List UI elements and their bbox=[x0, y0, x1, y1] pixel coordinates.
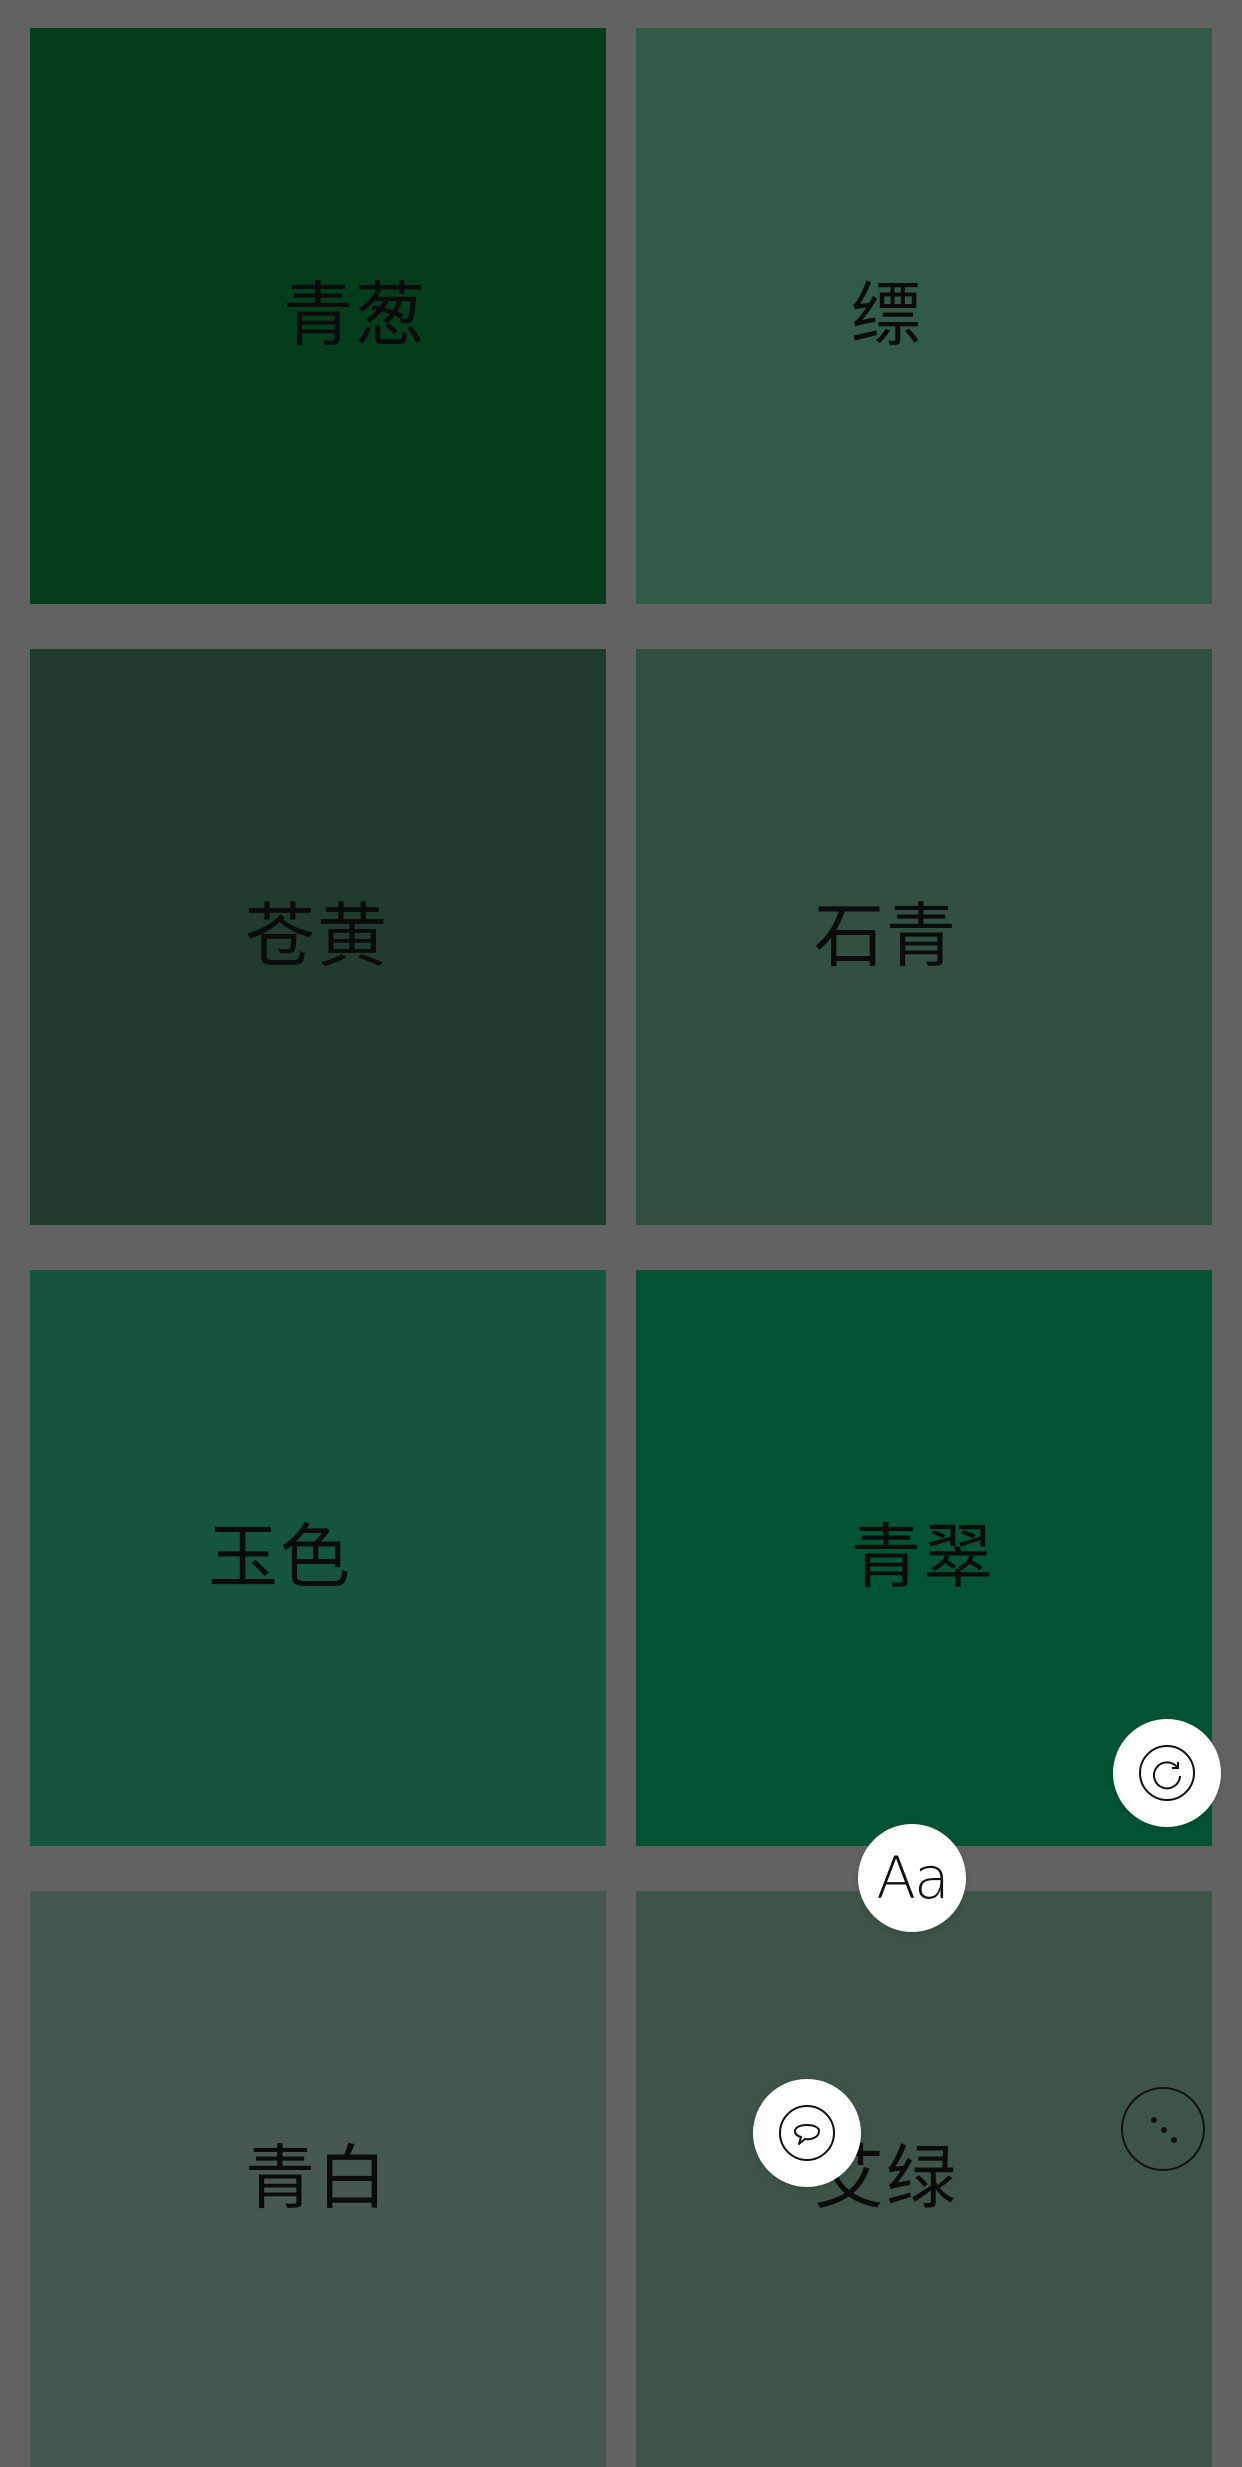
more-button[interactable] bbox=[1121, 2087, 1205, 2171]
tile-label: 玉色 bbox=[208, 1516, 352, 1598]
color-tile-yuse[interactable]: 玉色 bbox=[30, 1270, 606, 1846]
more-dots-icon bbox=[1151, 2117, 1157, 2123]
tile-label: 青白 bbox=[245, 2137, 389, 2219]
font-icon: Aa bbox=[876, 1844, 949, 1912]
tile-label: 青翠 bbox=[851, 1516, 995, 1598]
color-tile-piao[interactable]: 缥 bbox=[636, 28, 1212, 604]
tile-label: 青葱 bbox=[283, 274, 427, 356]
color-tile-shiqing[interactable]: 石青 bbox=[636, 649, 1212, 1225]
tile-label: 苍黄 bbox=[245, 895, 389, 977]
refresh-button[interactable] bbox=[1113, 1719, 1221, 1827]
color-tile-ailv[interactable]: 艾绿 bbox=[636, 1891, 1212, 2467]
refresh-icon bbox=[1139, 1745, 1195, 1801]
color-tile-canghuang[interactable]: 苍黄 bbox=[30, 649, 606, 1225]
speech-bubble-icon bbox=[779, 2105, 835, 2161]
font-button[interactable]: Aa bbox=[858, 1824, 966, 1932]
color-tile-qingcong[interactable]: 青葱 bbox=[30, 28, 606, 604]
tile-label: 缥 bbox=[851, 274, 923, 356]
tile-label: 石青 bbox=[814, 895, 958, 977]
comment-button[interactable] bbox=[753, 2079, 861, 2187]
color-tile-qingbai[interactable]: 青白 bbox=[30, 1891, 606, 2467]
